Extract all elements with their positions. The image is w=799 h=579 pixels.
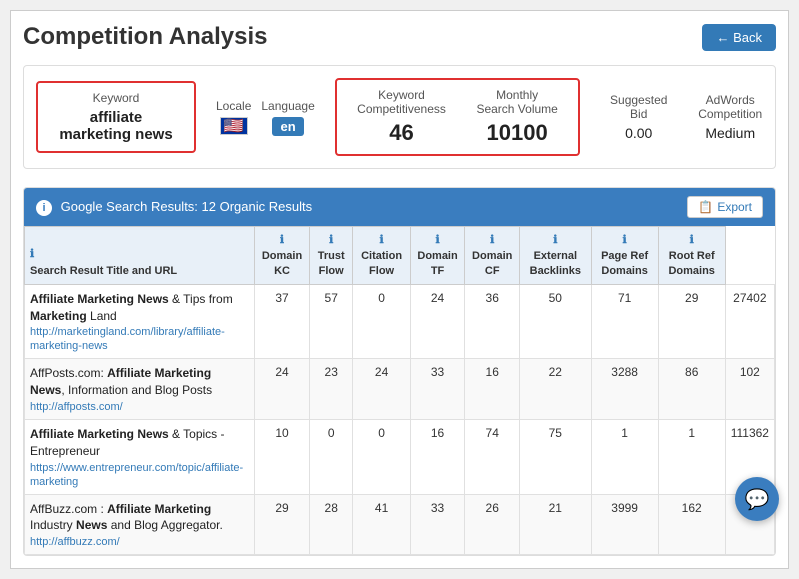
result-url-cell: Affiliate Marketing News & Tips from Mar…: [25, 284, 255, 359]
col-header-citation-flow: ℹCitation Flow: [353, 227, 410, 285]
cell-trust-flow: 23: [310, 359, 353, 420]
result-title: Affiliate Marketing News & Tips from Mar…: [30, 291, 249, 325]
result-title: AffPosts.com: Affiliate Marketing News, …: [30, 365, 249, 399]
locale-item: Locale 🇺🇸: [216, 99, 251, 135]
language-badge: en: [272, 117, 303, 136]
table-row: Affiliate Marketing News & Tips from Mar…: [25, 284, 775, 359]
cell-domain-kc: 10: [255, 420, 310, 495]
cell-root-ref-domains: 162: [658, 494, 725, 555]
cell-page-ref-domains: 3288: [591, 359, 658, 420]
keyword-section: Keyword affiliate marketing news: [36, 81, 196, 153]
result-title: Affiliate Marketing News & Topics - Entr…: [30, 426, 249, 460]
results-section: i Google Search Results: 12 Organic Resu…: [23, 187, 776, 556]
cell-root-ref-domains: 1: [658, 420, 725, 495]
table-row: AffPosts.com: Affiliate Marketing News, …: [25, 359, 775, 420]
adwords-competition-metric: AdWords Competition Medium: [697, 93, 763, 141]
result-url-cell: AffPosts.com: Affiliate Marketing News, …: [25, 359, 255, 420]
col-header-page-ref-domains: ℹPage Ref Domains: [591, 227, 658, 285]
adwords-competition-label: AdWords Competition: [697, 93, 763, 121]
table-row: Affiliate Marketing News & Topics - Entr…: [25, 420, 775, 495]
cell-trust-flow: 0: [310, 420, 353, 495]
col-header-url: ℹ Search Result Title and URL: [25, 227, 255, 285]
table-row: AffBuzz.com : Affiliate Marketing Indust…: [25, 494, 775, 555]
competitiveness-metric: Keyword Competitiveness 46: [357, 88, 447, 146]
cell-domain-cf: 36: [465, 284, 520, 359]
cell-domain-kc: 29: [255, 494, 310, 555]
col-header-external-backlinks: ℹExternal Backlinks: [520, 227, 591, 285]
result-link[interactable]: https://www.entrepreneur.com/topic/affil…: [30, 462, 243, 488]
result-link[interactable]: http://marketingland.com/library/affilia…: [30, 326, 225, 352]
cell-trust-flow: 28: [310, 494, 353, 555]
monthly-search-label: Monthly Search Volume: [476, 88, 558, 116]
export-button[interactable]: 📋 Export: [687, 196, 763, 218]
col-header-trust-flow: ℹTrust Flow: [310, 227, 353, 285]
cell-root-ref-domains: 86: [658, 359, 725, 420]
cell-trust-flow: 57: [310, 284, 353, 359]
language-label: Language: [261, 99, 314, 113]
back-button[interactable]: ← Back: [702, 24, 776, 51]
results-header-text: i Google Search Results: 12 Organic Resu…: [36, 199, 312, 216]
keyword-label: Keyword: [52, 91, 180, 105]
keyword-value: affiliate marketing news: [52, 109, 180, 143]
cell-domain-kc: 24: [255, 359, 310, 420]
cell-page-ref-domains: 1: [591, 420, 658, 495]
cell-domain-cf: 74: [465, 420, 520, 495]
cell-citation-flow: 0: [353, 284, 410, 359]
cell-root-ref-domains: 29: [658, 284, 725, 359]
locale-label: Locale: [216, 99, 251, 113]
cell-page-ref-domains: 71: [591, 284, 658, 359]
suggested-bid-metric: Suggested Bid 0.00: [610, 93, 667, 141]
cell-external-backlinks: 50: [520, 284, 591, 359]
flag-icon: 🇺🇸: [220, 117, 248, 135]
suggested-bid-value: 0.00: [610, 125, 667, 141]
col-header-domain-cf: ℹDomain CF: [465, 227, 520, 285]
cell-domain-tf: 16: [410, 420, 465, 495]
monthly-search-value: 10100: [476, 120, 558, 146]
cell-citation-flow: 0: [353, 420, 410, 495]
competitiveness-label: Keyword Competitiveness: [357, 88, 447, 116]
cell-domain-cf: 16: [465, 359, 520, 420]
keyword-card: Keyword affiliate marketing news Locale …: [23, 65, 776, 169]
cell-domain-kc: 37: [255, 284, 310, 359]
result-title: AffBuzz.com : Affiliate Marketing Indust…: [30, 501, 249, 535]
results-header: i Google Search Results: 12 Organic Resu…: [24, 188, 775, 226]
result-link[interactable]: http://affposts.com/: [30, 401, 123, 413]
page-header: Competition Analysis ← Back: [23, 23, 776, 51]
cell-domain-cf: 26: [465, 494, 520, 555]
cell-external-backlinks: 22: [520, 359, 591, 420]
export-icon: 📋: [698, 200, 713, 214]
result-link[interactable]: http://affbuzz.com/: [30, 536, 120, 548]
cell-domain-tf: 33: [410, 494, 465, 555]
cell-domain-tf: 24: [410, 284, 465, 359]
metrics-section: Keyword Competitiveness 46 Monthly Searc…: [335, 78, 580, 156]
col-header-domain-tf: ℹDomain TF: [410, 227, 465, 285]
info-icon: i: [36, 200, 52, 216]
cell-page-ref-domains: 3999: [591, 494, 658, 555]
cell-domain-tf: 33: [410, 359, 465, 420]
cell-external-backlinks: 75: [520, 420, 591, 495]
cell-citation-flow: 24: [353, 359, 410, 420]
col-header-domain-kc: ℹDomain KC: [255, 227, 310, 285]
monthly-search-metric: Monthly Search Volume 10100: [476, 88, 558, 146]
cell-external-backlinks: 21: [520, 494, 591, 555]
extra-metrics: Suggested Bid 0.00 AdWords Competition M…: [610, 93, 763, 141]
suggested-bid-label: Suggested Bid: [610, 93, 667, 121]
cell-extra: 27402: [725, 284, 774, 359]
locale-language-section: Locale 🇺🇸 Language en: [216, 99, 315, 136]
result-url-cell: AffBuzz.com : Affiliate Marketing Indust…: [25, 494, 255, 555]
language-item: Language en: [261, 99, 314, 136]
adwords-competition-value: Medium: [697, 125, 763, 141]
page-title: Competition Analysis: [23, 23, 267, 51]
competitiveness-value: 46: [357, 120, 447, 146]
results-table: ℹ Search Result Title and URL ℹDomain KC…: [24, 226, 775, 555]
result-url-cell: Affiliate Marketing News & Topics - Entr…: [25, 420, 255, 495]
cell-citation-flow: 41: [353, 494, 410, 555]
chat-bubble[interactable]: 💬: [735, 477, 779, 521]
col-header-root-ref-domains: ℹRoot Ref Domains: [658, 227, 725, 285]
cell-extra: 102: [725, 359, 774, 420]
